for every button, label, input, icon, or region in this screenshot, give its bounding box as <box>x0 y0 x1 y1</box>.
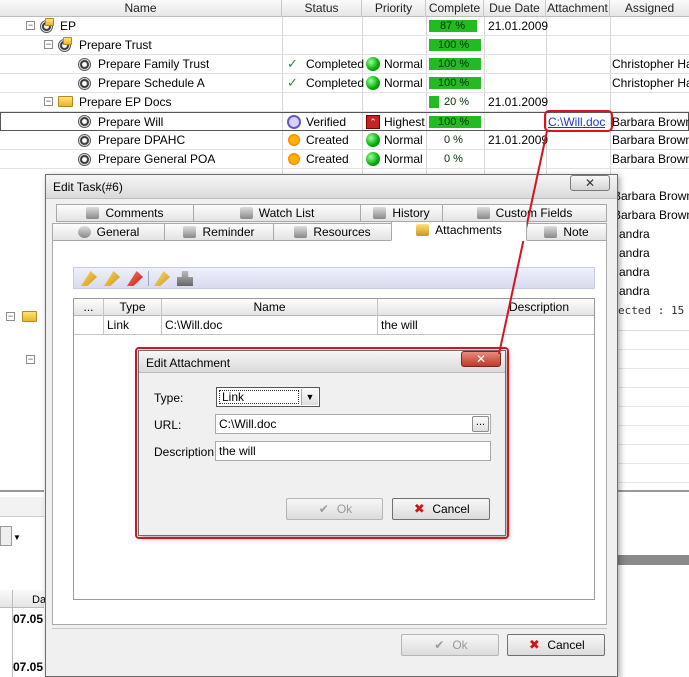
tab-label: Attachments <box>435 223 502 237</box>
attachment-icon <box>416 224 430 236</box>
annotation-connector <box>498 130 548 355</box>
tab-attachments[interactable]: Attachments <box>391 221 527 241</box>
annotation-line <box>498 130 548 355</box>
